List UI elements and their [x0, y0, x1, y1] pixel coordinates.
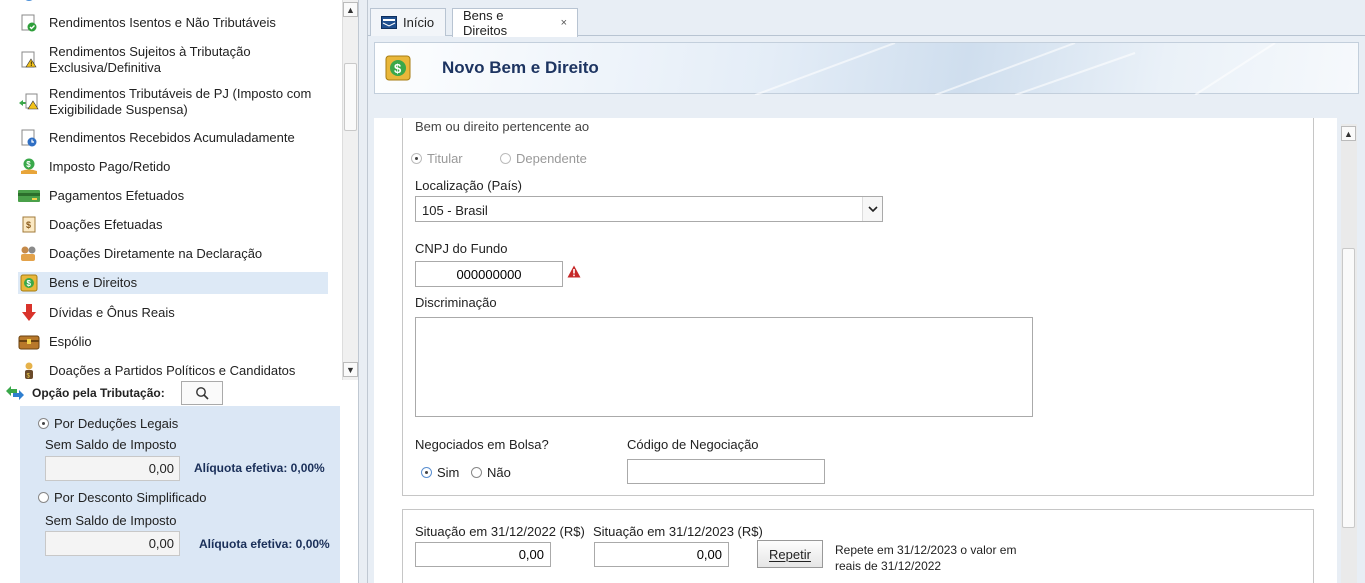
- simple-aliquota-label: Alíquota efetiva: 0,00%: [199, 537, 330, 551]
- cnpj-label: CNPJ do Fundo: [415, 241, 508, 256]
- cnpj-input[interactable]: [415, 261, 563, 287]
- home-tab-icon: [381, 16, 397, 29]
- radio-dependente[interactable]: Dependente: [500, 151, 587, 166]
- discriminacao-textarea[interactable]: [415, 317, 1033, 417]
- location-label: Localização (País): [415, 178, 522, 193]
- direct-donations-icon: [18, 245, 40, 263]
- belongs-to-label: Bem ou direito pertencente ao: [415, 119, 590, 134]
- radio-desconto-simplificado-dot[interactable]: [38, 492, 49, 503]
- repetir-hint: Repete em 31/12/2023 o valor em reais de…: [835, 543, 1017, 573]
- nav-item-bens-direitos[interactable]: $ Bens e Direitos: [18, 272, 328, 294]
- nav-item-imposto-pago[interactable]: $ Imposto Pago/Retido: [18, 157, 328, 177]
- partial-item-icon: [18, 0, 40, 7]
- panel-splitter[interactable]: [358, 0, 368, 583]
- radio-deducoes-legais-dot[interactable]: [38, 418, 49, 429]
- nav-item-pagamentos[interactable]: Pagamentos Efetuados: [18, 186, 328, 206]
- warning-icon: [567, 265, 581, 278]
- nav-item-doacoes-diretamente[interactable]: Doações Diretamente na Declaração: [18, 244, 328, 264]
- situation-section: Situação em 31/12/2022 (R$) Situação em …: [402, 509, 1314, 583]
- sit2022-label: Situação em 31/12/2022 (R$): [415, 524, 585, 539]
- nav-item-tributaveis-pj[interactable]: Rendimentos Tributáveis de PJ (Imposto c…: [18, 85, 328, 119]
- right-panel: Início Bens e Direitos × $ Novo Bem e Di…: [368, 0, 1365, 583]
- form-scroll-up-icon[interactable]: ▲: [1341, 126, 1356, 141]
- nav-scroll-thumb[interactable]: [344, 63, 357, 131]
- left-panel: Rendimentos Isentos e Não Tributáveis ! …: [0, 0, 358, 583]
- radio-sim[interactable]: Sim: [421, 465, 459, 480]
- exempt-income-icon: [18, 14, 40, 32]
- codigo-input[interactable]: [627, 459, 825, 484]
- radio-nao[interactable]: Não: [471, 465, 511, 480]
- suspended-tax-icon: [18, 93, 40, 111]
- discriminacao-label: Discriminação: [415, 295, 497, 310]
- tab-bens-direitos[interactable]: Bens e Direitos ×: [452, 8, 578, 38]
- tax-option-header: Opção pela Tributação:: [0, 380, 358, 406]
- political-donations-icon: $: [18, 362, 40, 380]
- estate-chest-icon: [18, 333, 40, 351]
- legal-amount-field: 0,00: [45, 456, 180, 481]
- codigo-label: Código de Negociação: [627, 437, 759, 452]
- svg-text:$: $: [26, 160, 31, 169]
- tab-bar: Início Bens e Direitos ×: [368, 0, 1365, 38]
- nav-item-espolio[interactable]: Espólio: [18, 332, 328, 352]
- tax-option-arrows-icon: [4, 384, 26, 402]
- nav-item-recebidos-acumuladamente[interactable]: Rendimentos Recebidos Acumuladamente: [18, 128, 328, 148]
- radio-desconto-simplificado[interactable]: Por Desconto Simplificado: [38, 490, 206, 505]
- assets-icon: $: [18, 274, 40, 292]
- svg-text:!: !: [30, 62, 32, 68]
- nav-item-tributacao-exclusiva[interactable]: ! Rendimentos Sujeitos à Tributação Excl…: [18, 43, 328, 77]
- asset-details-section: Bem ou direito pertencente ao Titular De…: [402, 118, 1314, 496]
- radio-titular[interactable]: Titular: [411, 151, 463, 166]
- negociados-label: Negociados em Bolsa?: [415, 437, 549, 452]
- debts-icon: [18, 304, 40, 322]
- simple-amount-field: 0,00: [45, 531, 180, 556]
- radio-deducoes-legais[interactable]: Por Deduções Legais: [38, 416, 178, 431]
- legal-aliquota-label: Alíquota efetiva: 0,00%: [194, 461, 325, 475]
- form-scroll-area: Bem ou direito pertencente ao Titular De…: [374, 118, 1359, 583]
- sit2023-input[interactable]: [594, 542, 729, 567]
- legal-status-label: Sem Saldo de Imposto: [45, 437, 177, 452]
- location-select[interactable]: 105 - Brasil: [415, 196, 883, 222]
- repetir-button[interactable]: Repetir: [757, 540, 823, 568]
- magnifier-icon: [195, 387, 209, 400]
- tax-option-box: Por Deduções Legais Sem Saldo de Imposto…: [20, 406, 340, 583]
- exclusive-tax-icon: !: [18, 51, 40, 69]
- nav-item-partidos[interactable]: $ Doações a Partidos Políticos e Candida…: [18, 361, 328, 380]
- simple-status-label: Sem Saldo de Imposto: [45, 513, 177, 528]
- svg-text:$: $: [27, 279, 32, 288]
- chevron-down-icon[interactable]: [862, 197, 882, 221]
- svg-text:$: $: [26, 220, 31, 230]
- tax-paid-icon: $: [18, 158, 40, 176]
- close-tab-icon[interactable]: ×: [561, 17, 567, 29]
- nav-scroll-down-icon[interactable]: ▼: [343, 362, 358, 377]
- nav-item-partial: [18, 0, 328, 3]
- nav-scroll-up-icon[interactable]: ▲: [343, 2, 358, 17]
- radio-dependente-dot[interactable]: [500, 153, 511, 164]
- radio-titular-dot[interactable]: [411, 153, 422, 164]
- sit2023-label: Situação em 31/12/2023 (R$): [593, 524, 763, 539]
- donations-icon: $: [18, 216, 40, 234]
- tax-option-search-button[interactable]: [180, 381, 223, 405]
- nav-item-rendimentos-isentos[interactable]: Rendimentos Isentos e Não Tributáveis: [18, 13, 328, 33]
- form-scroll-thumb[interactable]: [1342, 248, 1355, 528]
- tab-inicio[interactable]: Início: [370, 8, 446, 36]
- form-scrollbar[interactable]: ▲: [1341, 124, 1357, 583]
- radio-nao-dot[interactable]: [471, 467, 482, 478]
- form-header: $ Novo Bem e Direito: [374, 42, 1359, 95]
- nav-scrollbar[interactable]: ▲ ▼: [342, 0, 358, 380]
- nav-item-dividas[interactable]: Dívidas e Ônus Reais: [18, 303, 328, 323]
- header-decoration: [754, 43, 1276, 95]
- nav-list: Rendimentos Isentos e Não Tributáveis ! …: [0, 0, 342, 380]
- nav-item-doacoes-efetuadas[interactable]: $ Doações Efetuadas: [18, 215, 328, 235]
- form-content: Bem ou direito pertencente ao Titular De…: [374, 118, 1337, 583]
- sit2022-input[interactable]: [415, 542, 551, 567]
- accumulated-income-icon: [18, 129, 40, 147]
- payments-card-icon: [18, 187, 40, 205]
- radio-sim-dot[interactable]: [421, 467, 432, 478]
